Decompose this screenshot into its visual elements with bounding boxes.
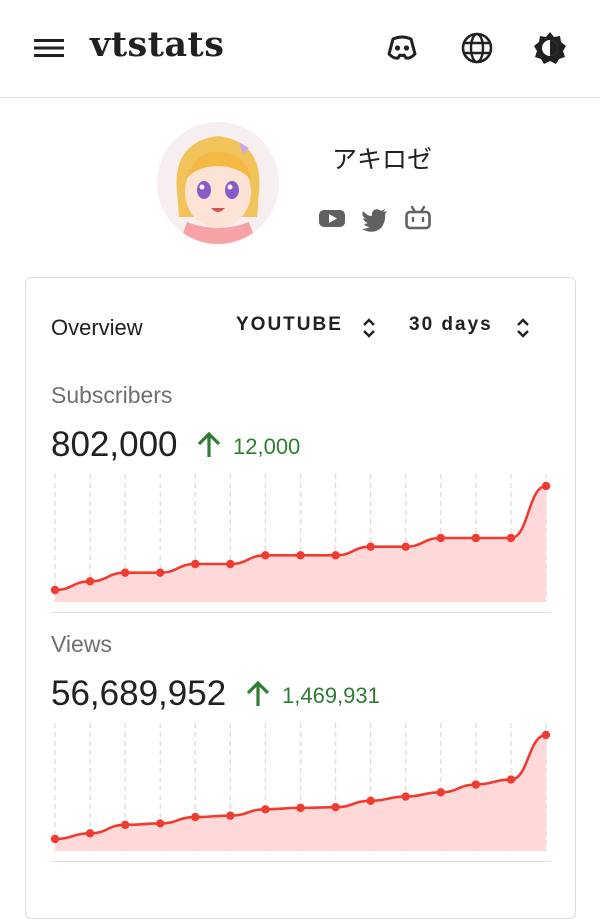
range-select-value: 30 days	[409, 314, 493, 335]
data-point	[261, 551, 270, 560]
unfold-icon	[517, 318, 529, 338]
data-point	[366, 542, 375, 551]
brightness-icon[interactable]	[532, 30, 568, 66]
unfold-icon	[363, 318, 375, 338]
profile-name: アキロゼ	[332, 145, 433, 174]
data-point	[506, 775, 516, 784]
data-point	[85, 829, 95, 838]
arrow-up-icon	[197, 431, 221, 457]
data-point	[226, 559, 235, 569]
data-point	[296, 551, 305, 560]
globe-icon[interactable]	[459, 30, 495, 66]
data-point	[541, 481, 551, 491]
data-point	[191, 812, 200, 822]
subscribers-value: 802,000	[51, 425, 178, 464]
data-point	[436, 788, 445, 797]
twitter-icon[interactable]	[361, 204, 389, 232]
data-point	[471, 533, 481, 543]
discord-icon[interactable]	[384, 30, 420, 66]
data-point	[436, 533, 445, 543]
data-point	[506, 533, 516, 543]
avatar	[157, 122, 279, 244]
data-point	[261, 805, 270, 814]
subscribers-delta-value: 12,000	[233, 434, 301, 459]
views-label: Views	[51, 631, 112, 657]
data-point	[50, 585, 60, 595]
data-point	[156, 819, 165, 828]
arrow-up-icon	[246, 680, 270, 706]
bilibili-icon[interactable]	[404, 204, 432, 232]
data-point	[331, 551, 340, 560]
data-point	[401, 542, 410, 551]
data-point	[366, 796, 375, 805]
data-point	[401, 792, 410, 801]
app-title[interactable]: vtstats	[90, 24, 224, 65]
subscribers-label: Subscribers	[51, 382, 173, 408]
data-point	[331, 802, 340, 812]
platform-select[interactable]: YOUTUBE	[236, 314, 381, 342]
menu-icon[interactable]	[34, 36, 64, 60]
overview-label: Overview	[51, 315, 143, 340]
data-point	[471, 780, 481, 789]
data-point	[120, 568, 130, 577]
platform-select-value: YOUTUBE	[236, 314, 343, 335]
data-point	[541, 730, 551, 740]
views-chart	[50, 723, 551, 851]
views-delta-value: 1,469,931	[282, 683, 380, 708]
divider	[51, 861, 551, 862]
data-point	[156, 568, 165, 577]
app-header: vtstats	[0, 0, 600, 98]
data-point	[191, 559, 200, 569]
data-point	[50, 834, 60, 844]
divider	[51, 612, 551, 613]
range-select[interactable]: 30 days	[409, 314, 535, 342]
youtube-icon[interactable]	[318, 204, 346, 232]
views-value: 56,689,952	[51, 674, 227, 713]
data-point	[226, 811, 235, 820]
data-point	[120, 820, 130, 830]
subscribers-chart	[50, 474, 551, 602]
data-point	[296, 803, 305, 813]
data-point	[85, 577, 95, 586]
